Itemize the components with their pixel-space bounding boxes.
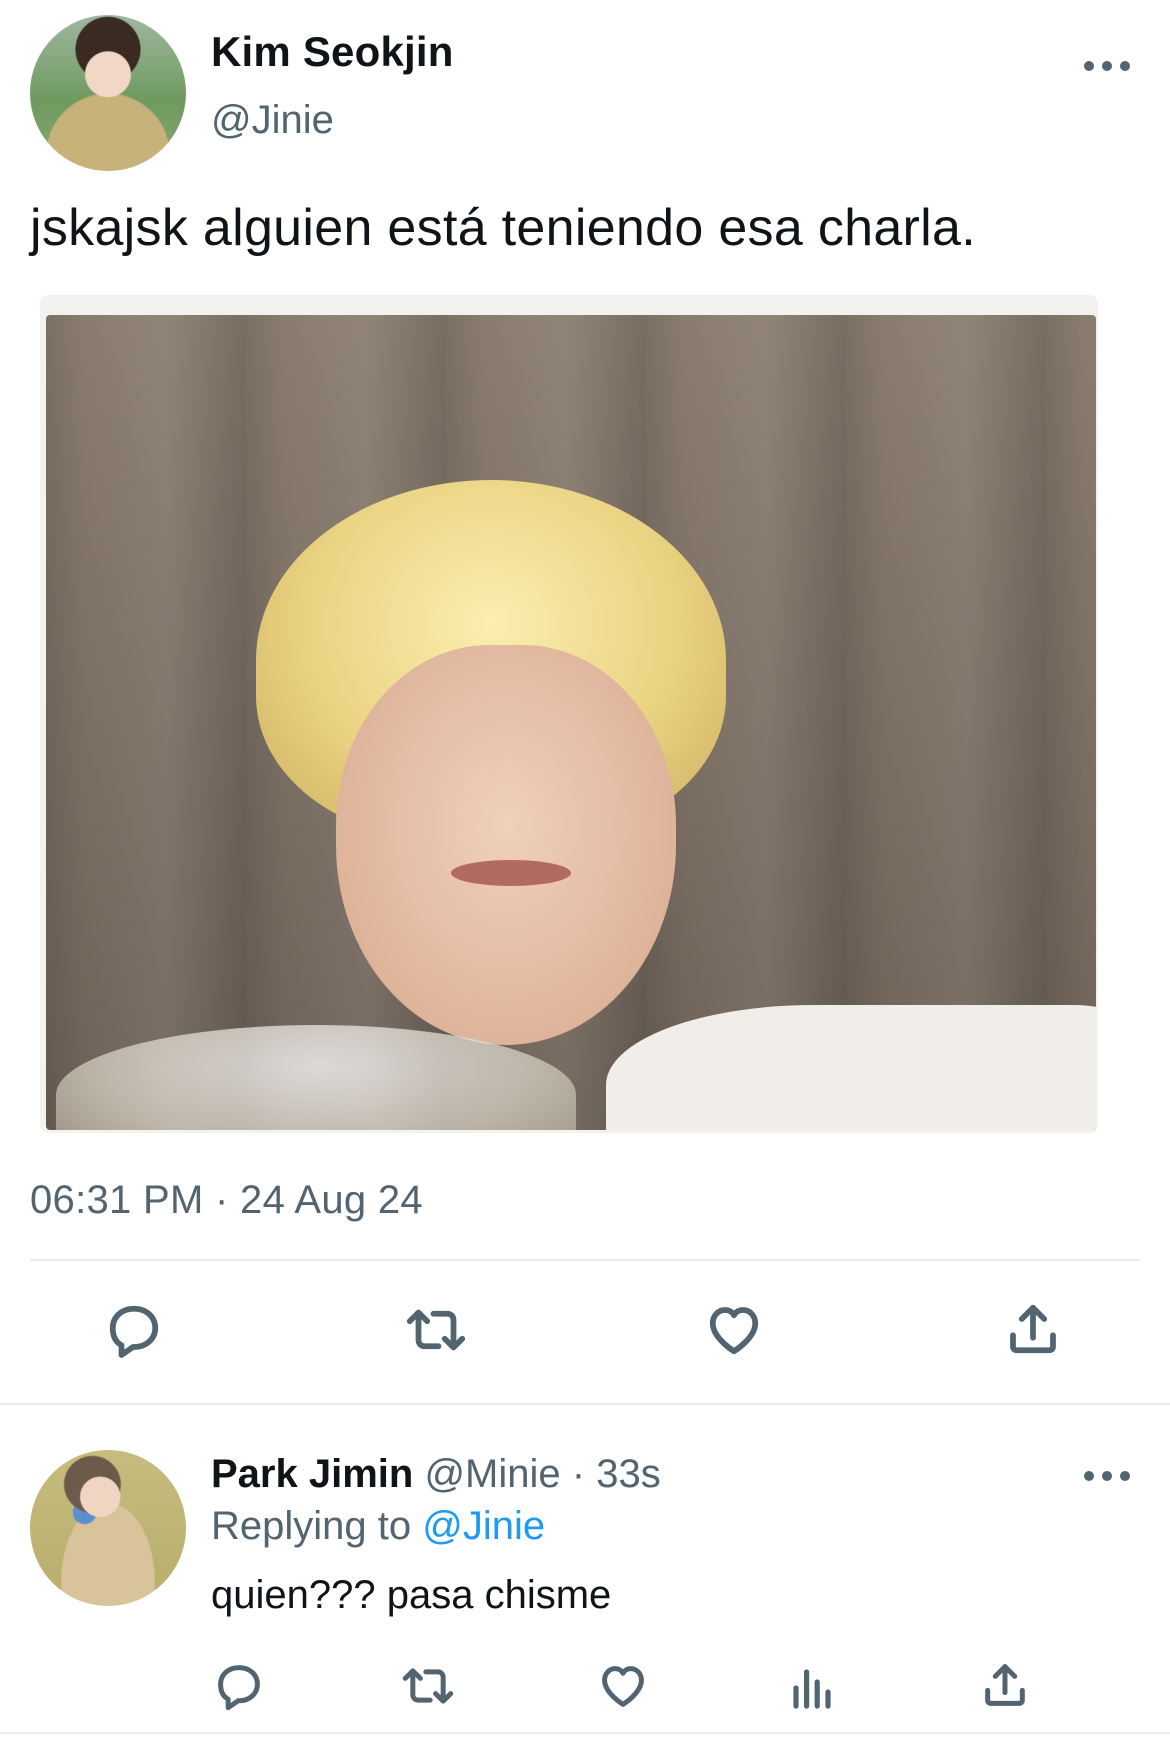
reply-text: quien??? pasa chisme bbox=[211, 1573, 612, 1617]
retweet-icon[interactable] bbox=[399, 1660, 457, 1712]
views-icon[interactable] bbox=[788, 1664, 836, 1712]
reply-author-handle[interactable]: @Minie bbox=[424, 1452, 560, 1496]
reply-icon[interactable] bbox=[104, 1300, 164, 1360]
author-display-name[interactable]: Kim Seokjin bbox=[211, 28, 454, 76]
reply-author-display-name[interactable]: Park Jimin bbox=[211, 1452, 413, 1496]
reply-author-avatar[interactable] bbox=[30, 1450, 186, 1606]
author-avatar[interactable] bbox=[30, 15, 186, 171]
replying-to-label: Replying to bbox=[211, 1504, 412, 1548]
reply-icon[interactable] bbox=[213, 1660, 265, 1712]
reply-header: Park Jimin @Minie · 33s bbox=[211, 1452, 661, 1497]
replying-to-line: Replying to @Jinie bbox=[211, 1504, 545, 1549]
photo-mouth-shape bbox=[451, 860, 571, 886]
photo-shirt-shape bbox=[606, 1005, 1096, 1130]
more-options-icon[interactable] bbox=[1084, 58, 1130, 74]
divider bbox=[0, 1403, 1170, 1405]
header-separator: · bbox=[571, 1452, 586, 1496]
like-icon[interactable] bbox=[704, 1300, 764, 1360]
retweet-icon[interactable] bbox=[403, 1300, 469, 1360]
more-options-icon[interactable] bbox=[1084, 1468, 1130, 1484]
like-icon[interactable] bbox=[597, 1660, 649, 1712]
tweet-timestamp[interactable]: 06:31 PM · 24 Aug 24 bbox=[30, 1178, 423, 1223]
replying-to-mention[interactable]: @Jinie bbox=[422, 1504, 545, 1548]
tweet-photo[interactable] bbox=[46, 315, 1096, 1130]
author-handle[interactable]: @Jinie bbox=[211, 98, 334, 143]
divider bbox=[30, 1259, 1140, 1261]
tweet-text: jskajsk alguien está teniendo esa charla… bbox=[30, 199, 976, 257]
photo-face-shape bbox=[336, 645, 676, 1045]
share-icon[interactable] bbox=[979, 1658, 1031, 1712]
share-icon[interactable] bbox=[1003, 1298, 1063, 1360]
divider bbox=[0, 1732, 1170, 1734]
reply-age[interactable]: 33s bbox=[596, 1452, 661, 1496]
